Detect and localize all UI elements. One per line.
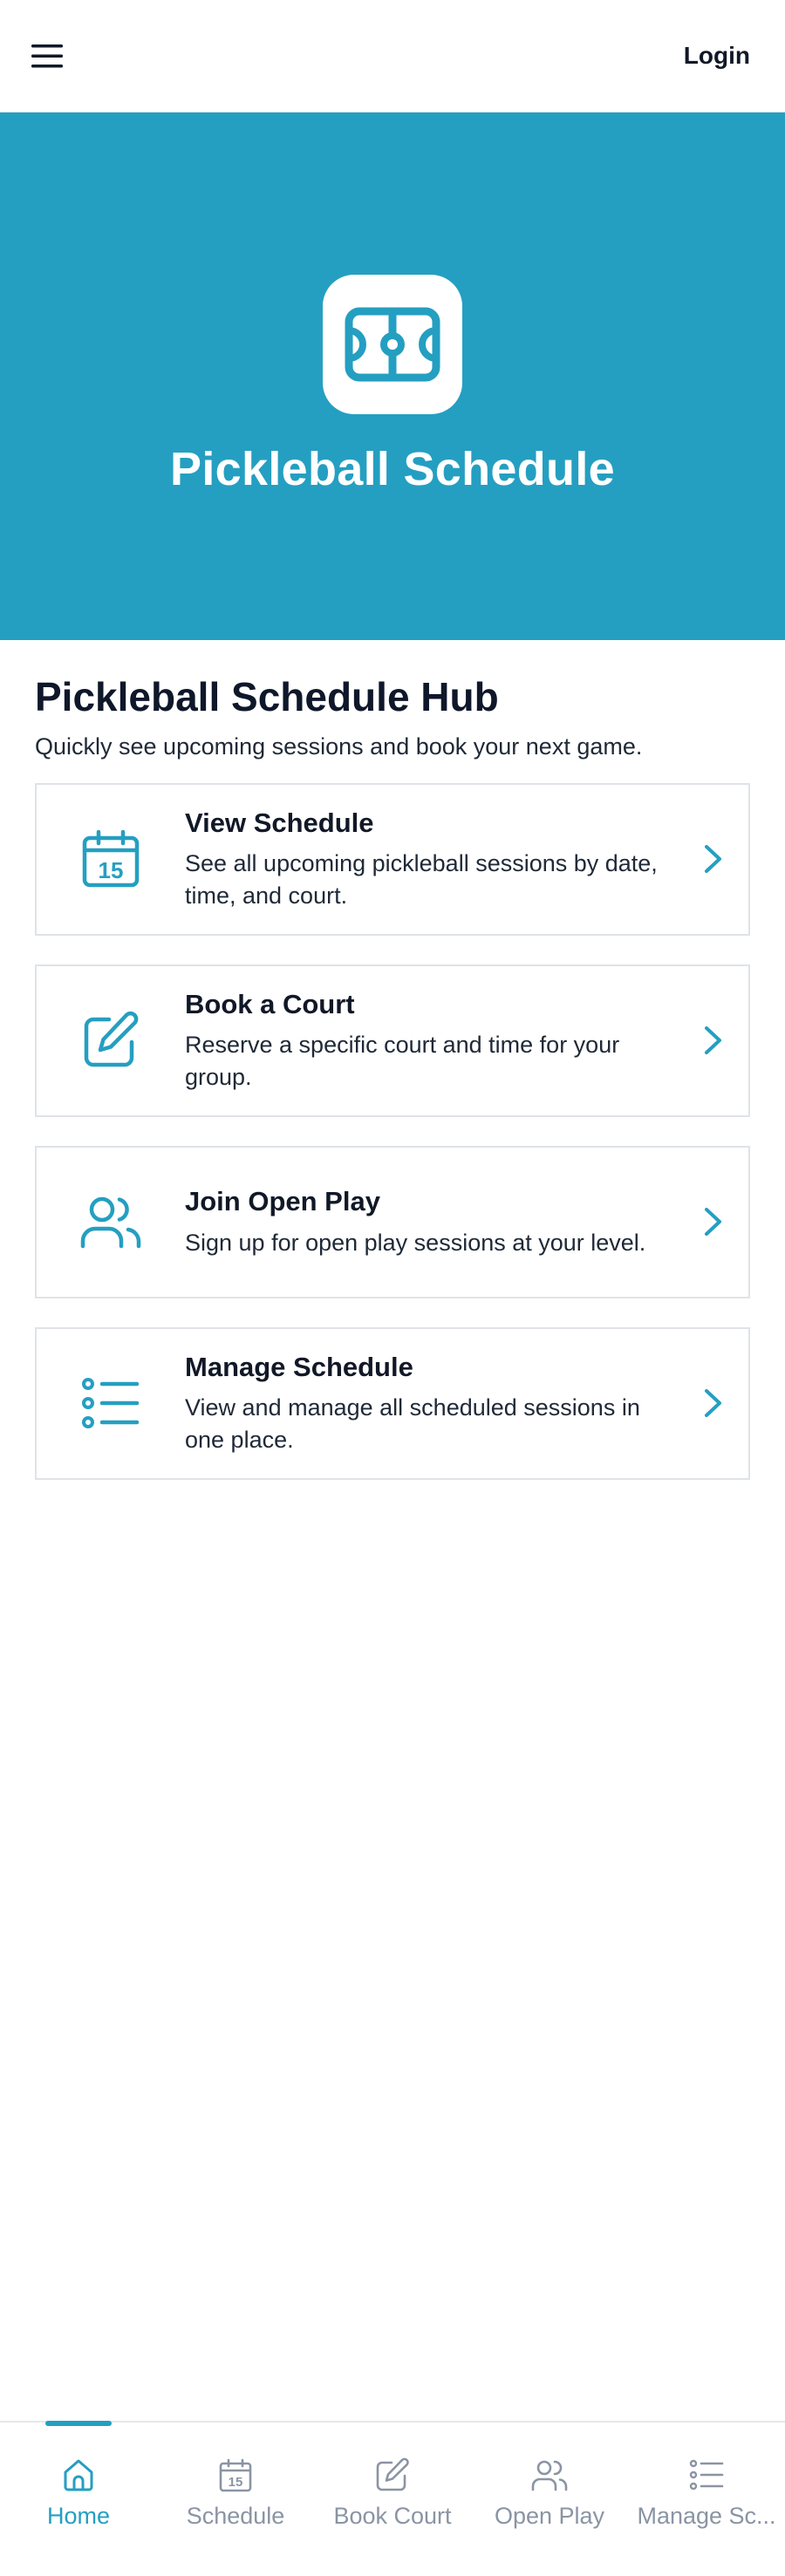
book-court-card[interactable]: Book a Court Reserve a specific court an… — [35, 964, 750, 1117]
page-title: Pickleball Schedule Hub — [35, 674, 499, 719]
edit-icon — [84, 1012, 139, 1067]
chevron-right-icon — [705, 1208, 721, 1237]
list-icon — [689, 2459, 724, 2491]
action-card-list: 15 View Schedule See all upcoming pickle… — [35, 782, 750, 1480]
login-link[interactable]: Login — [684, 42, 750, 70]
home-icon — [64, 2459, 93, 2491]
view-schedule-card[interactable]: 15 View Schedule See all upcoming pickle… — [35, 782, 750, 936]
card-description: Reserve a specific court and time for yo… — [185, 1032, 620, 1090]
app-logo — [323, 275, 462, 414]
page-subtitle: Quickly see upcoming sessions and book y… — [35, 733, 643, 760]
menu-button[interactable] — [31, 38, 66, 73]
tab-label: Home — [46, 2503, 111, 2529]
list-icon — [82, 1378, 140, 1429]
top-header: Login — [0, 0, 785, 112]
tab-label: Manage Sc... — [637, 2503, 776, 2529]
card-title: Manage Schedule — [185, 1352, 413, 1383]
calendar-day: 15 — [229, 2475, 243, 2490]
calendar-icon: 15 — [219, 2458, 252, 2492]
calendar-icon: 15 — [82, 829, 140, 888]
main-content: Pickleball Schedule Hub Quickly see upco… — [35, 640, 750, 1509]
card-description: Sign up for open play sessions at your l… — [185, 1229, 646, 1256]
join-open-play-card[interactable]: Join Open Play Sign up for open play ses… — [35, 1145, 750, 1298]
tab-home[interactable]: Home — [0, 2421, 157, 2576]
chevron-right-icon — [705, 1026, 721, 1055]
card-title: View Schedule — [185, 808, 374, 839]
bottom-tab-bar: Home 15 Schedule Book Court Open Play Ma… — [0, 2421, 785, 2576]
edit-icon — [376, 2457, 409, 2491]
tab-open-play[interactable]: Open Play — [471, 2423, 628, 2576]
tab-manage-schedule[interactable]: Manage Sc... — [628, 2423, 785, 2576]
card-description: View and manage all scheduled sessions i… — [185, 1394, 640, 1453]
active-tab-indicator — [45, 2421, 112, 2426]
tab-label: Book Court — [333, 2503, 452, 2529]
tab-label: Open Play — [494, 2503, 605, 2529]
chevron-right-icon — [705, 845, 721, 874]
tab-book-court[interactable]: Book Court — [314, 2423, 471, 2576]
tab-label: Schedule — [186, 2503, 285, 2529]
card-title: Join Open Play — [185, 1186, 380, 1217]
manage-schedule-card[interactable]: Manage Schedule View and manage all sche… — [35, 1326, 750, 1480]
card-description: See all upcoming pickleball sessions by … — [185, 850, 658, 909]
hamburger-menu-icon — [31, 44, 63, 68]
hero-banner: Pickleball Schedule — [0, 112, 785, 640]
card-title: Book a Court — [185, 989, 355, 1020]
users-icon — [531, 2460, 568, 2491]
hero-title: Pickleball Schedule — [170, 443, 615, 495]
calendar-day: 15 — [99, 857, 124, 883]
tab-schedule[interactable]: 15 Schedule — [157, 2423, 314, 2576]
court-icon — [345, 307, 440, 382]
chevron-right-icon — [705, 1389, 721, 1418]
users-icon — [80, 1196, 141, 1249]
